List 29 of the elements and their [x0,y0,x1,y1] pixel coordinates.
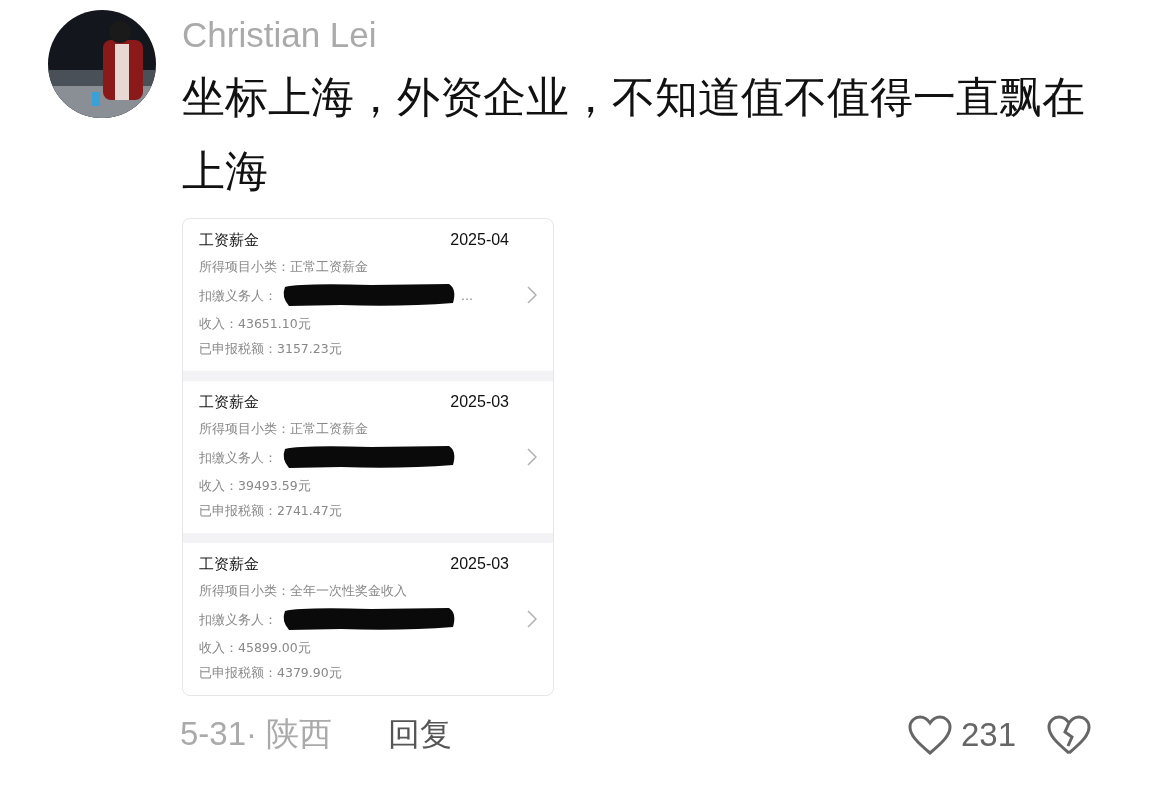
chevron-right-icon [527,286,537,304]
record-income: 收入：43651.10元 [199,315,312,333]
record-subtype: 所得项目小类：全年一次性奖金收入 [199,582,408,600]
record-subtype: 所得项目小类：正常工资薪金 [199,258,369,276]
chevron-right-icon [527,610,537,628]
record-title: 工资薪金 [199,555,259,574]
record-date: 2025-03 [450,555,509,574]
record-tax: 已申报税额：4379.90元 [199,664,343,682]
payer-label: 扣缴义务人： [199,286,277,305]
comment-text: 坐标上海，外资企业，不知道值不值得一直飘在上海 [182,71,1086,198]
chevron-right-icon [527,448,537,466]
attachment-card[interactable]: 工资薪金 2025-04 所得项目小类：正常工资薪金 扣缴义务人： ... 收入：43651.10元 已申报税额：3157.23元 工资薪金 2025-03 所得项目小类：正常工资薪金 扣缴义务人： 收入：39493.59元 已申报税额：2741.47元 工资薪金 2025-03 所得项目小类：全年一次性奖金收入 扣缴义务人： 收入：45899.00元 已申报税额：4379.90元 [182,218,554,696]
payer-label: 扣缴义务人： [199,448,277,467]
reply-button[interactable]: 回复 [388,712,453,757]
record-subtype: 所得项目小类：正常工资薪金 [199,420,369,438]
record-date: 2025-03 [450,393,509,412]
record-tax: 已申报税额：3157.23元 [199,340,343,358]
broken-heart-icon[interactable] [1046,713,1092,756]
record-title: 工资薪金 [199,393,259,412]
payer-ellipsis: ... [461,286,473,305]
record-title: 工资薪金 [199,231,259,250]
heart-icon[interactable] [906,713,953,756]
record-income: 收入：39493.59元 [199,477,312,495]
record-tax: 已申报税额：2741.47元 [199,502,343,520]
like-count: 231 [960,715,1016,754]
date-location: 5-31· 陕西 [180,714,333,754]
record-income: 收入：45899.00元 [199,639,312,657]
record-date: 2025-04 [450,231,509,250]
payer-label: 扣缴义务人： [199,610,277,629]
